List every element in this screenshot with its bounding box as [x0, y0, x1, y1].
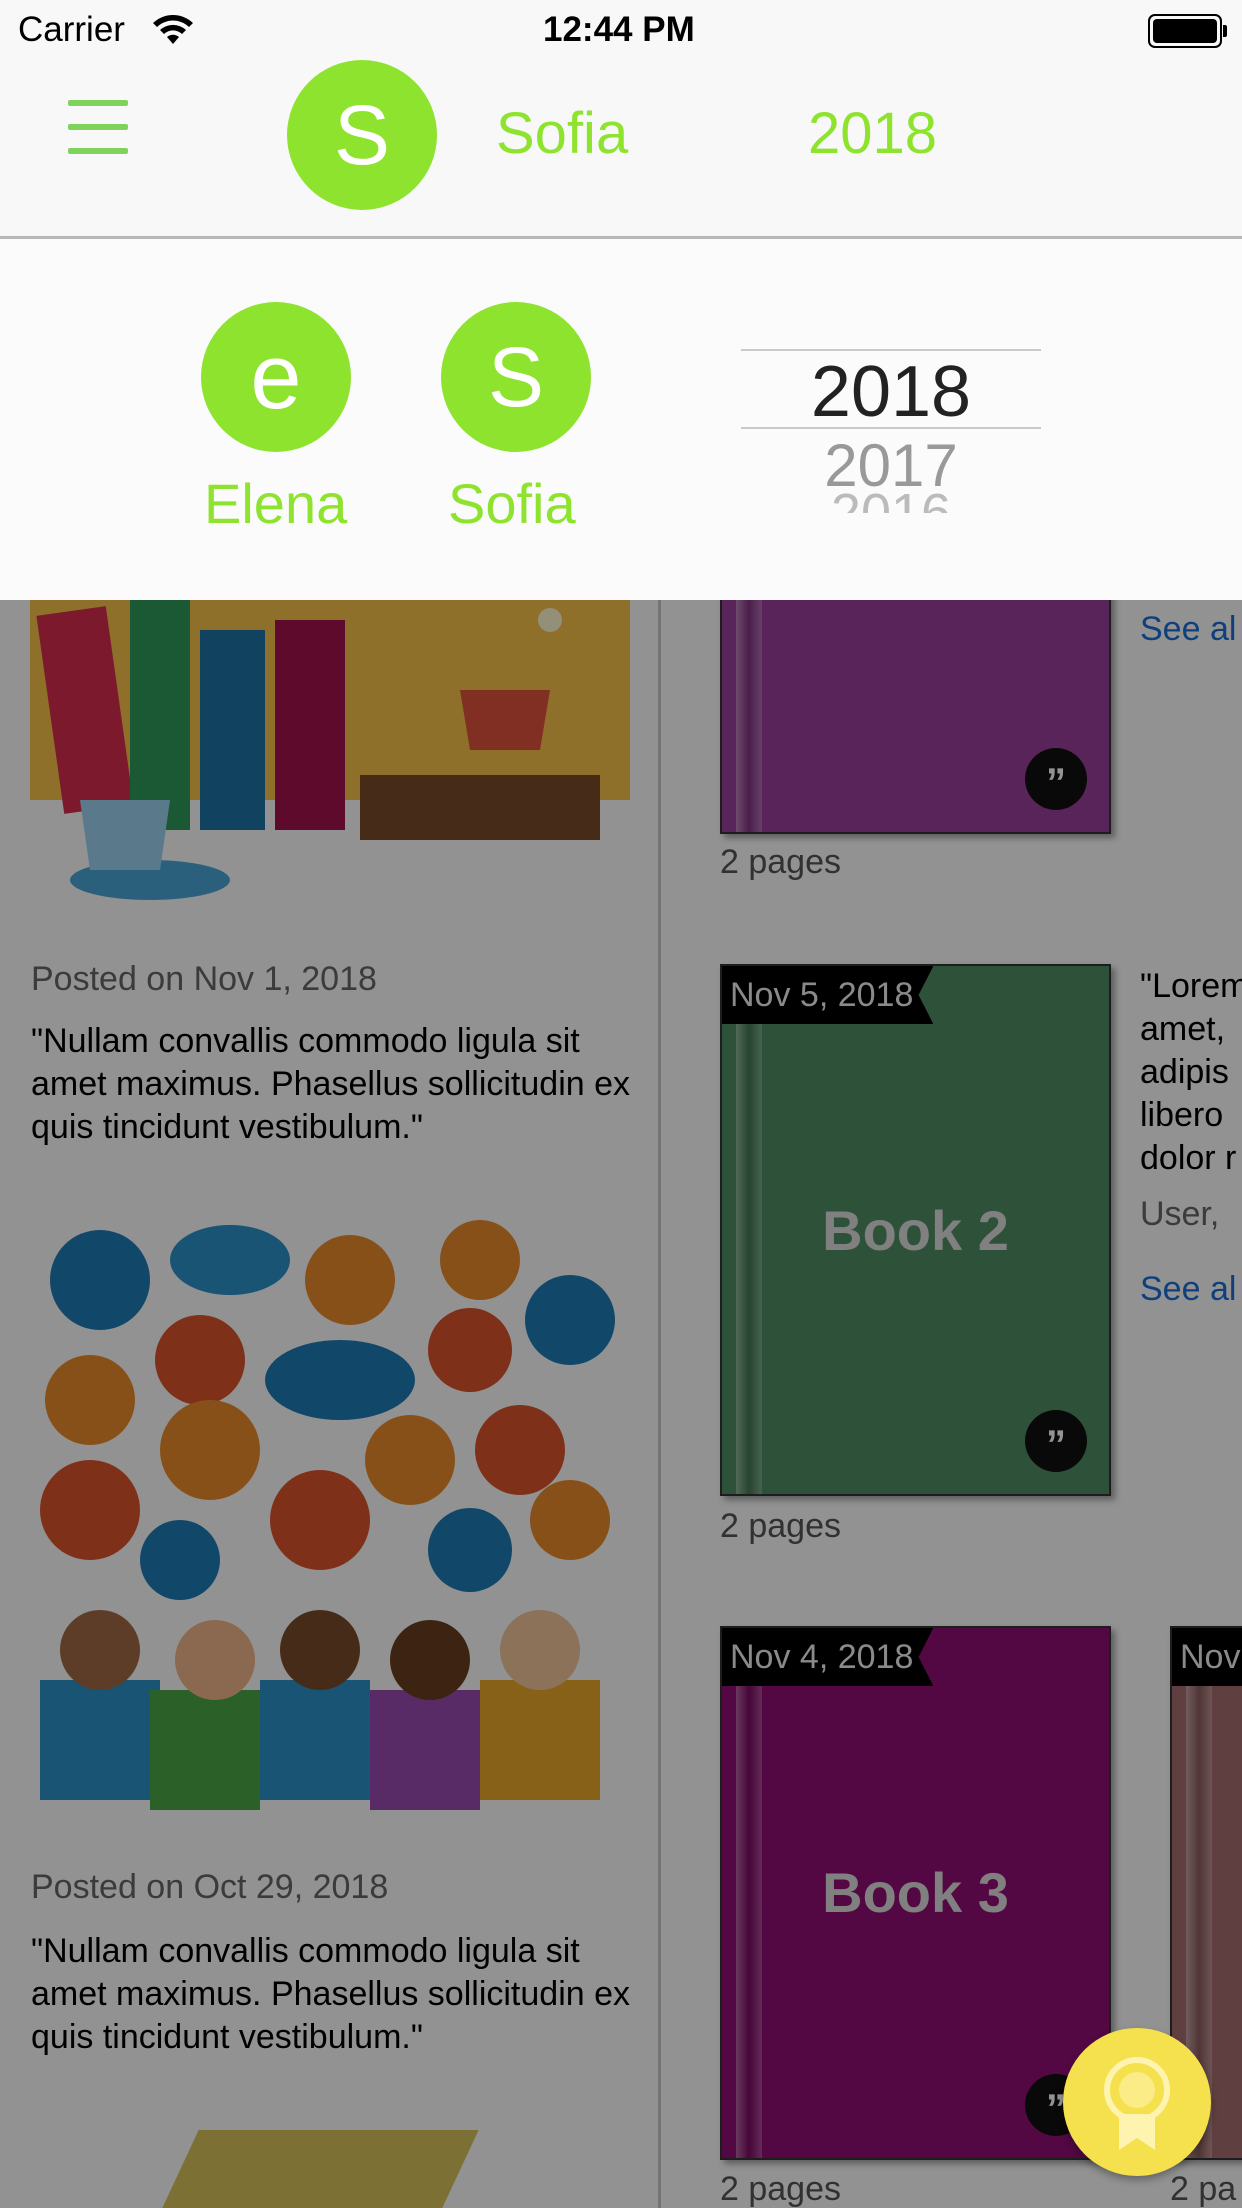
quote-author: User, — [1140, 1195, 1220, 1233]
book-pages: 2 pages — [720, 843, 841, 881]
book-pages: 2 pages — [720, 2170, 841, 2208]
reading-group-image — [40, 1220, 615, 1810]
carrier-label: Carrier — [18, 10, 125, 49]
wifi-icon — [153, 15, 193, 44]
quote-line: amet, — [1140, 1010, 1226, 1048]
book-date-ribbon: Nov 5, 2018 — [722, 966, 934, 1024]
see-all-link[interactable]: See al — [1140, 1270, 1236, 1309]
clock: 12:44 PM — [543, 10, 695, 49]
user-option-sofia-avatar[interactable]: S — [441, 302, 591, 452]
user-name-selector[interactable]: Sofia — [496, 100, 628, 167]
book-quote-preview: "Lorem amet, adipis libero dolor r — [1140, 965, 1242, 1180]
quote-line: libero — [1140, 1096, 1224, 1134]
user-option-sofia-label[interactable]: Sofia — [448, 471, 576, 536]
book-illustration — [161, 2130, 479, 2208]
book-date-ribbon: Nov 4, 2018 — [722, 1628, 934, 1686]
menu-icon[interactable] — [50, 100, 150, 180]
book-title: Book 3 — [822, 1861, 1009, 1924]
book-cover[interactable]: Nov 5, 2018 Book 2 ” — [720, 964, 1111, 1496]
book-club-image — [30, 600, 630, 900]
year-selector[interactable]: 2018 — [808, 100, 937, 167]
post-date: Posted on Nov 1, 2018 — [31, 960, 377, 998]
year-picker[interactable]: 2018 2017 2016 — [741, 349, 1041, 599]
book-cover[interactable]: ” — [720, 600, 1111, 834]
post-quote: "Nullam convallis commodo ligula sit ame… — [31, 1022, 631, 1146]
user-avatar[interactable]: S — [287, 60, 437, 210]
status-bar: Carrier 12:44 PM — [0, 0, 1242, 60]
user-year-dropdown: e Elena S Sofia 2018 2017 2016 — [0, 239, 1242, 600]
book-cover[interactable]: Nov 4, 2018 Book 3 ” — [720, 1626, 1111, 2160]
book-date-ribbon: Nov — [1172, 1628, 1242, 1686]
see-all-link[interactable]: See al — [1140, 610, 1236, 649]
award-ribbon-icon — [1104, 2057, 1170, 2150]
quote-line: dolor r — [1140, 1139, 1237, 1177]
user-option-initial: e — [250, 325, 302, 428]
column-divider — [658, 600, 661, 2208]
quote-line: adipis — [1140, 1053, 1229, 1091]
post-date: Posted on Oct 29, 2018 — [31, 1868, 389, 1906]
book-pages: 2 pages — [720, 1507, 841, 1545]
award-button[interactable] — [1063, 2028, 1211, 2176]
user-avatar-initial: S — [333, 87, 391, 182]
user-option-elena-label[interactable]: Elena — [204, 471, 347, 536]
battery-icon — [1148, 14, 1227, 48]
main-content: Posted on Nov 1, 2018 "Nullam convallis … — [0, 600, 1242, 2208]
nav-bar: S Sofia 2018 — [0, 60, 1242, 239]
year-option-selected[interactable]: 2018 — [741, 351, 1041, 433]
book-spine — [736, 600, 762, 832]
user-option-elena-avatar[interactable]: e — [201, 302, 351, 452]
user-option-initial: S — [487, 329, 545, 424]
quote-icon[interactable]: ” — [1025, 1410, 1087, 1472]
book-title: Book 2 — [822, 1199, 1009, 1262]
year-option[interactable]: 2016 — [741, 483, 1041, 513]
quote-icon[interactable]: ” — [1025, 748, 1087, 810]
book-pages: 2 pa — [1170, 2170, 1237, 2208]
post-quote: "Nullam convallis commodo ligula sit ame… — [31, 1932, 631, 2056]
quote-line: "Lorem — [1140, 967, 1242, 1005]
